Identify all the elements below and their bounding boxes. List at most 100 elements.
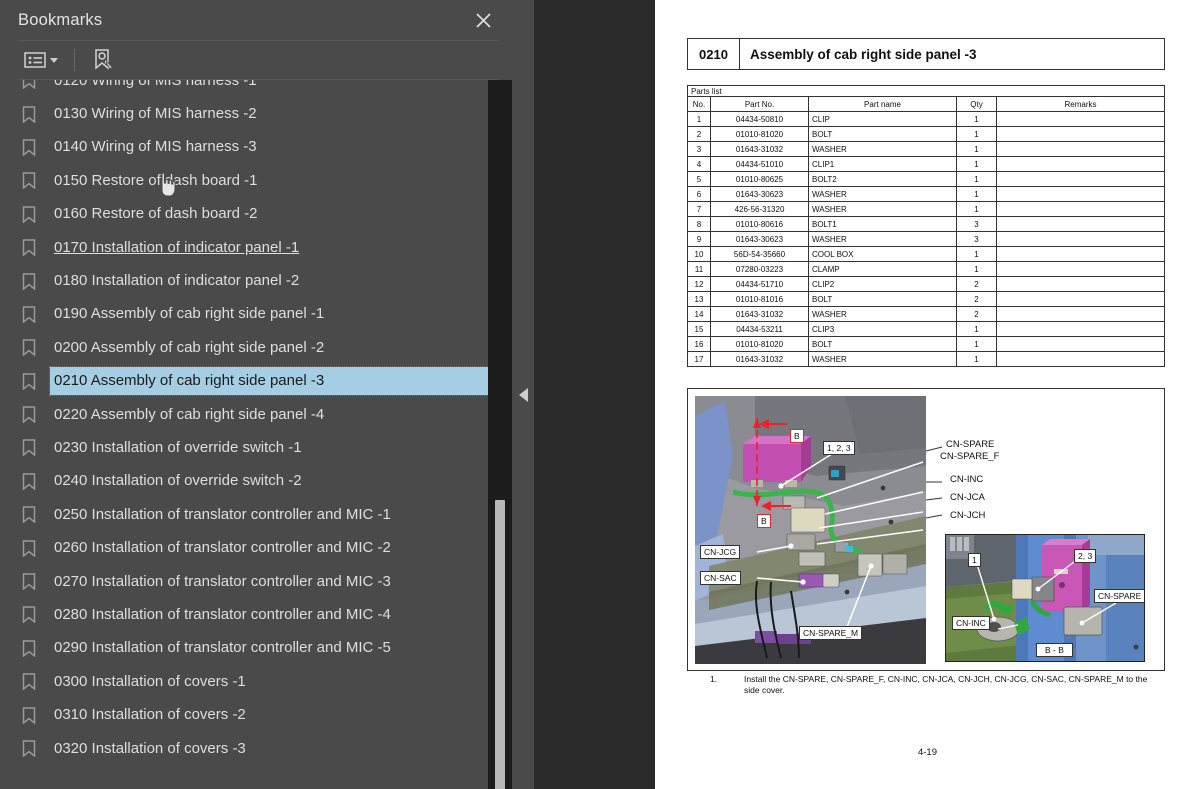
parts-cell <box>996 201 1165 217</box>
triangle-left-icon <box>518 388 528 402</box>
section-marker-b-mid: B <box>757 514 771 528</box>
parts-table-row: 11 07280-03223 CLAMP 1 <box>687 261 1165 277</box>
bookmark-item-label: 0220 Assembly of cab right side panel -4 <box>54 405 325 423</box>
section-title: Assembly of cab right side panel -3 <box>750 46 977 62</box>
bookmark-item-label: 0190 Assembly of cab right side panel -1 <box>54 305 325 323</box>
bookmarks-scrollbar[interactable] <box>488 80 512 789</box>
bookmark-item[interactable]: 0260 Installation of translator controll… <box>0 531 488 564</box>
parts-table-row: 16 01010-81020 BOLT 1 <box>687 336 1165 352</box>
parts-cell: 01643-31032 <box>710 141 809 157</box>
inset-callout-items-23: 2, 3 <box>1074 549 1097 563</box>
bookmark-item[interactable]: 0320 Installation of covers -3 <box>0 732 488 765</box>
bookmark-item[interactable]: 0200 Assembly of cab right side panel -2 <box>0 331 488 364</box>
parts-cell <box>996 351 1165 367</box>
bookmark-item[interactable]: 0170 Installation of indicator panel -1 <box>0 231 488 264</box>
callout-cn-jcg: CN-JCG <box>700 545 741 559</box>
bookmarks-list-container: 0120 Wiring of MIS harness -1 0130 Wiring… <box>0 80 512 789</box>
parts-cell <box>996 321 1165 337</box>
bookmark-item[interactable]: 0310 Installation of covers -2 <box>0 698 488 731</box>
list-options-icon[interactable] <box>20 48 62 72</box>
bookmark-icon <box>22 372 36 390</box>
parts-cell: 1 <box>956 201 997 217</box>
document-viewer[interactable]: 0210 Assembly of cab right side panel -3… <box>534 0 1200 789</box>
bookmark-icon <box>22 139 36 156</box>
parts-cell: 1 <box>956 321 997 337</box>
bookmark-icon <box>22 473 36 490</box>
bookmark-item-label: 0250 Installation of translator controll… <box>54 505 391 523</box>
parts-table-row: 2 01010-81020 BOLT 1 <box>687 126 1165 142</box>
parts-cell: 1 <box>956 351 997 367</box>
bookmark-item[interactable]: 0210 Assembly of cab right side panel -3 <box>0 365 489 398</box>
parts-table-row: 17 01643-31032 WASHER 1 <box>687 351 1165 367</box>
parts-cell <box>996 126 1165 142</box>
parts-cell: 8 <box>687 216 711 232</box>
parts-table-row: 10 56D-54-35660 COOL BOX 1 <box>687 246 1165 262</box>
bookmark-item[interactable]: 0120 Wiring of MIS harness -1 <box>0 80 488 97</box>
parts-cell: WASHER <box>808 306 957 322</box>
parts-table-row: 15 04434-53211 CLIP3 1 <box>687 321 1165 337</box>
collapse-panel-button[interactable] <box>512 383 534 407</box>
parts-table-row: 5 01010-80625 BOLT2 1 <box>687 171 1165 187</box>
parts-table-row: 7 426-56-31320 WASHER 1 <box>687 201 1165 217</box>
bookmark-item-label: 0300 Installation of covers -1 <box>54 672 246 690</box>
parts-cell: 12 <box>687 276 711 292</box>
title-block: 0210 Assembly of cab right side panel -3 <box>687 38 1165 70</box>
bookmark-item-label: 0320 Installation of covers -3 <box>54 739 246 757</box>
bookmark-item-label: 0260 Installation of translator controll… <box>54 539 391 557</box>
bookmark-item[interactable]: 0270 Installation of translator controll… <box>0 565 488 598</box>
parts-cell: 01010-80625 <box>710 171 809 187</box>
inset-callout-cn-spare: CN-SPARE <box>1094 589 1144 603</box>
bookmark-item[interactable]: 0290 Installation of translator controll… <box>0 632 488 665</box>
bookmark-item-label: 0150 Restore of dash board -1 <box>54 171 258 189</box>
bookmark-item[interactable]: 0230 Installation of override switch -1 <box>0 431 488 464</box>
parts-cell: 01010-81020 <box>710 336 809 352</box>
bookmark-item[interactable]: 0140 Wiring of MIS harness -3 <box>0 131 488 164</box>
parts-table-row: 8 01010-80616 BOLT1 3 <box>687 216 1165 232</box>
parts-cell: CLIP1 <box>808 156 957 172</box>
parts-cell: BOLT <box>808 126 957 142</box>
bookmark-icon <box>22 406 36 424</box>
chevron-down-icon[interactable] <box>50 57 58 63</box>
find-bookmark-icon[interactable] <box>87 45 119 75</box>
bookmark-item[interactable]: 0250 Installation of translator controll… <box>0 498 488 531</box>
parts-cell <box>996 306 1165 322</box>
bookmark-item[interactable]: 0240 Installation of override switch -2 <box>0 465 488 498</box>
bookmark-item[interactable]: 0130 Wiring of MIS harness -2 <box>0 97 488 130</box>
bookmark-item[interactable]: 0150 Restore of dash board -1 <box>0 164 488 197</box>
close-icon[interactable] <box>470 7 496 33</box>
parts-col-header: Part name <box>808 96 957 112</box>
parts-cell: 14 <box>687 306 711 322</box>
parts-cell: WASHER <box>808 201 957 217</box>
parts-cell: WASHER <box>808 231 957 247</box>
bookmark-item[interactable]: 0190 Assembly of cab right side panel -1 <box>0 298 488 331</box>
toolbar-divider <box>74 49 75 71</box>
parts-cell: 01010-81020 <box>710 126 809 142</box>
parts-cell: 1 <box>956 141 997 157</box>
bookmark-item-label: 0160 Restore of dash board -2 <box>54 205 258 223</box>
parts-cell <box>996 276 1165 292</box>
cad-illustration-inset: 1 2, 3 CN-SPARE CN-INC B - B <box>945 534 1145 662</box>
parts-cell <box>996 156 1165 172</box>
bookmark-item[interactable]: 0220 Assembly of cab right side panel -4 <box>0 398 488 431</box>
scrollbar-thumb[interactable] <box>495 500 505 789</box>
bookmark-item[interactable]: 0280 Installation of translator controll… <box>0 598 488 631</box>
instruction-item: 1. Install the CN-SPARE, CN-SPARE_F, CN-… <box>710 674 1160 696</box>
bookmark-icon <box>22 673 36 691</box>
bookmark-item-label: 0270 Installation of translator controll… <box>54 572 391 590</box>
parts-cell: 11 <box>687 261 711 277</box>
callout-text-cn-jch: CN-JCH <box>950 510 986 521</box>
parts-cell: 10 <box>687 246 711 262</box>
parts-cell: 1 <box>687 111 711 127</box>
bookmark-item[interactable]: 0300 Installation of covers -1 <box>0 665 488 698</box>
parts-col-header: Part No. <box>710 96 809 112</box>
parts-cell <box>996 261 1165 277</box>
bookmark-item[interactable]: 0160 Restore of dash board -2 <box>0 198 488 231</box>
parts-cell: 426-56-31320 <box>710 201 809 217</box>
parts-cell: WASHER <box>808 351 957 367</box>
parts-cell: 17 <box>687 351 711 367</box>
document-page: 0210 Assembly of cab right side panel -3… <box>655 0 1200 789</box>
bookmark-item[interactable]: 0180 Installation of indicator panel -2 <box>0 264 488 297</box>
bookmark-item-label: 0210 Assembly of cab right side panel -3 <box>54 372 325 390</box>
bookmarks-list: 0120 Wiring of MIS harness -1 0130 Wiring… <box>0 80 489 789</box>
bookmark-icon <box>22 80 36 90</box>
